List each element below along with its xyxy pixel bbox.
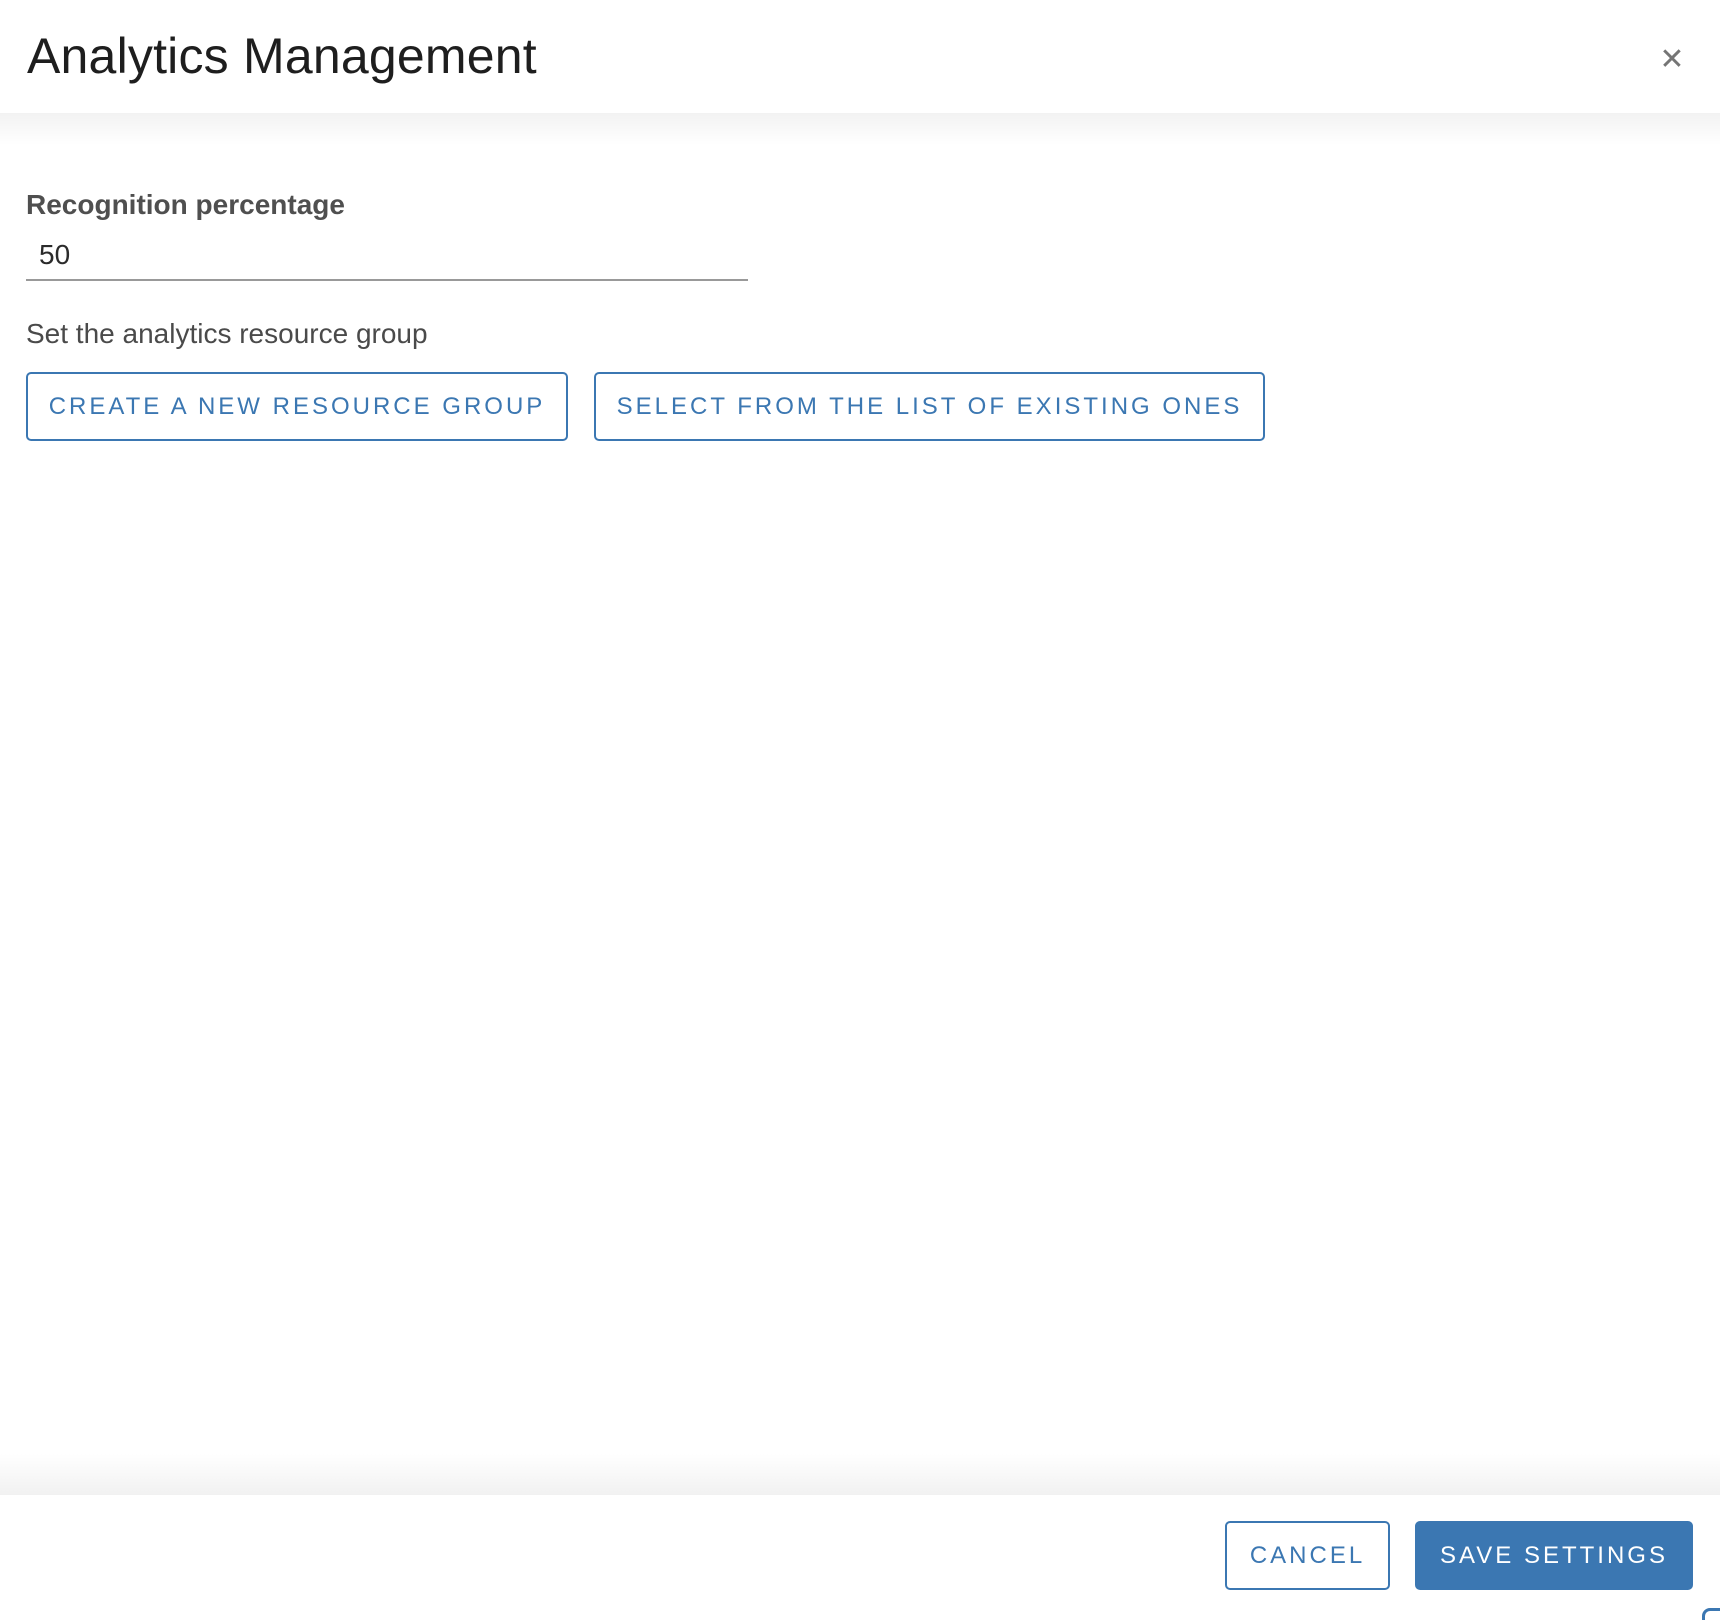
resource-group-section-label: Set the analytics resource group [26, 318, 428, 349]
dialog-header: Analytics Management ✕ [0, 0, 1720, 113]
dialog-footer: CANCEL SAVE SETTINGS [0, 1495, 1720, 1620]
analytics-management-dialog: Analytics Management ✕ Recognition perce… [0, 0, 1720, 1620]
dialog-title: Analytics Management [27, 28, 537, 84]
close-icon[interactable]: ✕ [1650, 38, 1694, 82]
create-resource-group-button[interactable]: CREATE A NEW RESOURCE GROUP [26, 372, 568, 441]
dialog-content: Recognition percentage Set the analytics… [0, 113, 1720, 441]
save-settings-button[interactable]: SAVE SETTINGS [1415, 1521, 1693, 1590]
recognition-percentage-label: Recognition percentage [26, 189, 345, 220]
recognition-percentage-input[interactable] [26, 233, 748, 281]
select-existing-resource-group-button[interactable]: SELECT FROM THE LIST OF EXISTING ONES [594, 372, 1265, 441]
footer-shadow [0, 1453, 1720, 1495]
cancel-button[interactable]: CANCEL [1225, 1521, 1390, 1590]
resource-group-button-row: CREATE A NEW RESOURCE GROUP SELECT FROM … [26, 372, 1694, 441]
offscreen-element-fragment [1702, 1608, 1720, 1620]
